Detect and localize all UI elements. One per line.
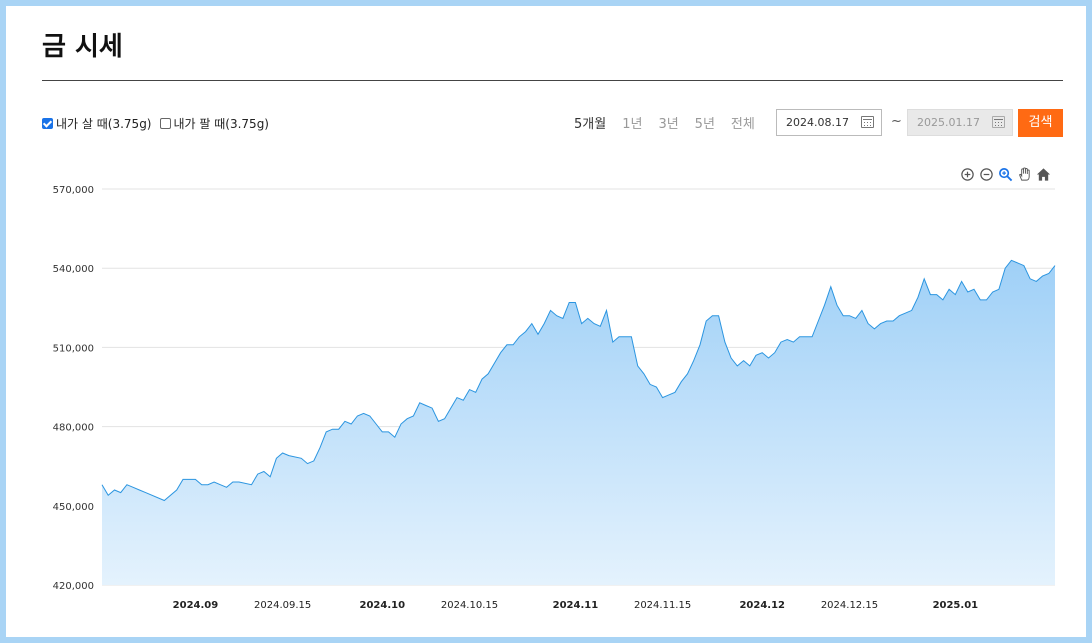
y-tick-label: 540,000 xyxy=(53,264,94,275)
x-tick-label: 2024.10 xyxy=(360,600,406,611)
y-tick-label: 450,000 xyxy=(53,502,94,513)
x-tick-label: 2025.01 xyxy=(933,600,979,611)
x-tick-label: 2024.09.15 xyxy=(254,600,311,611)
page-frame: 금 시세 내가 살 때(3.75g) 내가 팔 때(3.75g) 5개월 1년 … xyxy=(6,6,1086,637)
y-tick-label: 420,000 xyxy=(53,581,94,592)
x-tick-label: 2024.12.15 xyxy=(821,600,878,611)
gold-price-chart[interactable]: 420,000 450,000 480,000 510,000 540,000 570,0… xyxy=(6,6,1086,637)
y-tick-label: 510,000 xyxy=(53,343,94,354)
y-tick-label: 570,000 xyxy=(53,185,94,196)
chart-canvas[interactable]: 420,000 450,000 480,000 510,000 540,000 570,0… xyxy=(6,6,1086,637)
x-tick-label: 2024.11 xyxy=(553,600,599,611)
x-tick-label: 2024.09 xyxy=(173,600,219,611)
x-tick-label: 2024.11.15 xyxy=(634,600,691,611)
x-tick-label: 2024.10.15 xyxy=(441,600,498,611)
x-tick-label: 2024.12 xyxy=(739,600,785,611)
y-tick-label: 480,000 xyxy=(53,423,94,434)
